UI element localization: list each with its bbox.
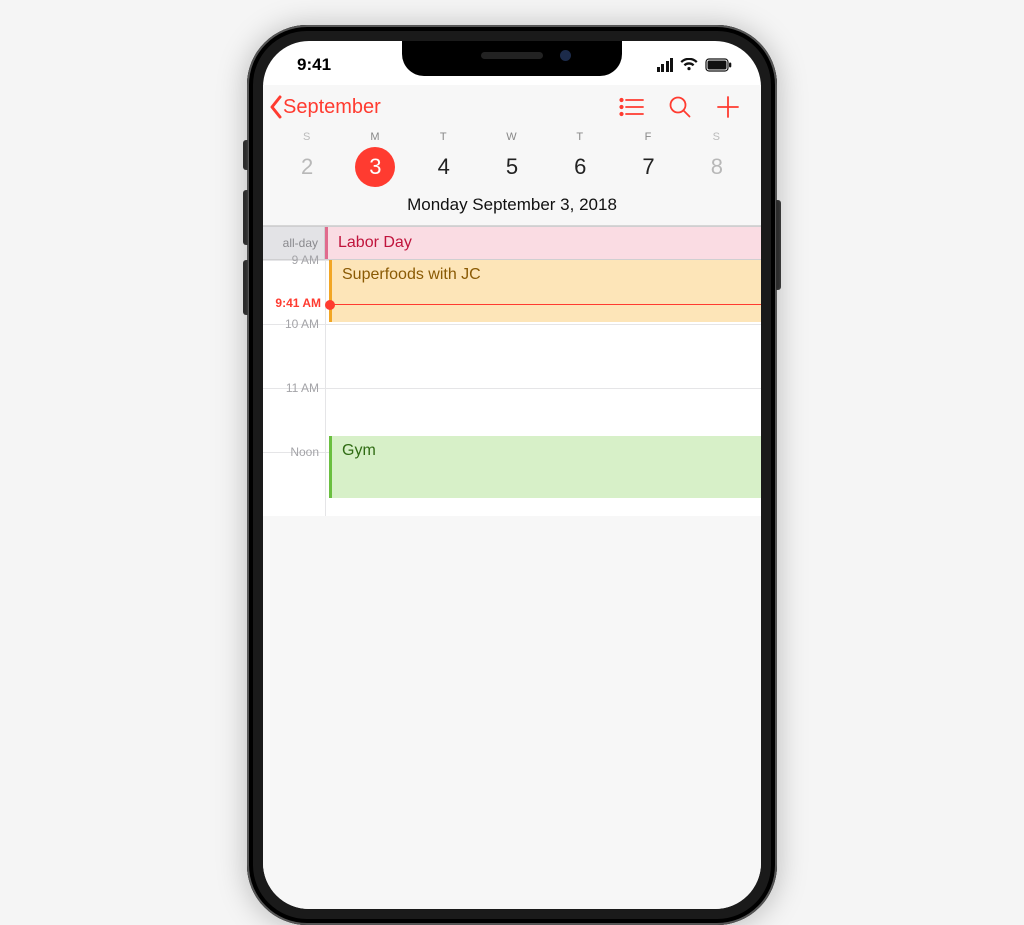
phone-screen: 9:41 September xyxy=(263,41,761,909)
dow-label: M xyxy=(341,129,409,143)
battery-icon xyxy=(705,58,733,72)
all-day-event[interactable]: Labor Day xyxy=(325,227,761,259)
day-cell[interactable]: 5 xyxy=(478,147,546,187)
day-number-row: 2 3 4 5 6 7 8 xyxy=(263,147,761,187)
front-camera xyxy=(560,50,571,61)
plus-icon xyxy=(716,95,740,119)
day-timeline[interactable]: 9 AM10 AM11 AMNoonSuperfoods with JCGym9… xyxy=(263,260,761,516)
nav-bar: September xyxy=(263,85,761,129)
add-event-button[interactable] xyxy=(715,94,741,120)
mute-switch xyxy=(243,140,248,170)
search-icon xyxy=(668,95,692,119)
day-cell[interactable]: 8 xyxy=(683,147,751,187)
display-notch xyxy=(402,41,622,76)
hour-label: Noon xyxy=(263,445,325,459)
calendar-event[interactable]: Superfoods with JC xyxy=(329,260,761,322)
back-label: September xyxy=(283,96,381,119)
dow-label: W xyxy=(478,129,546,143)
current-time-label: 9:41 AM xyxy=(263,296,325,310)
cell-signal-icon xyxy=(657,58,674,72)
dow-label: S xyxy=(683,129,751,143)
status-time: 9:41 xyxy=(297,55,331,75)
wifi-icon xyxy=(680,58,698,72)
hour-label: 11 AM xyxy=(263,381,325,395)
hour-label: 9 AM xyxy=(263,253,325,267)
hour-row: 10 AM xyxy=(263,324,761,388)
search-button[interactable] xyxy=(667,94,693,120)
dow-label: T xyxy=(410,129,478,143)
volume-down-button xyxy=(243,260,248,315)
volume-up-button xyxy=(243,190,248,245)
calendar-app: September S M xyxy=(263,85,761,909)
dow-label: S xyxy=(273,129,341,143)
speaker xyxy=(481,52,543,59)
all-day-row: all-day Labor Day xyxy=(263,226,761,260)
day-cell[interactable]: 4 xyxy=(410,147,478,187)
day-cell[interactable]: 7 xyxy=(614,147,682,187)
chevron-left-icon xyxy=(269,95,283,119)
current-time-bar xyxy=(329,304,761,306)
power-button xyxy=(776,200,781,290)
back-button[interactable]: September xyxy=(269,95,381,119)
day-cell-selected[interactable]: 3 xyxy=(341,147,409,187)
dow-label: T xyxy=(546,129,614,143)
day-cell[interactable]: 6 xyxy=(546,147,614,187)
status-right xyxy=(657,58,734,72)
dow-label: F xyxy=(614,129,682,143)
full-date-label: Monday September 3, 2018 xyxy=(263,187,761,225)
list-icon xyxy=(619,97,645,117)
day-cell[interactable]: 2 xyxy=(273,147,341,187)
list-view-button[interactable] xyxy=(619,94,645,120)
hour-label: 10 AM xyxy=(263,317,325,331)
calendar-event[interactable]: Gym xyxy=(329,436,761,498)
dow-row: S M T W T F S xyxy=(263,129,761,143)
week-header: S M T W T F S 2 3 4 5 6 7 8 Monday xyxy=(263,129,761,226)
device-frame: 9:41 September xyxy=(247,25,777,925)
